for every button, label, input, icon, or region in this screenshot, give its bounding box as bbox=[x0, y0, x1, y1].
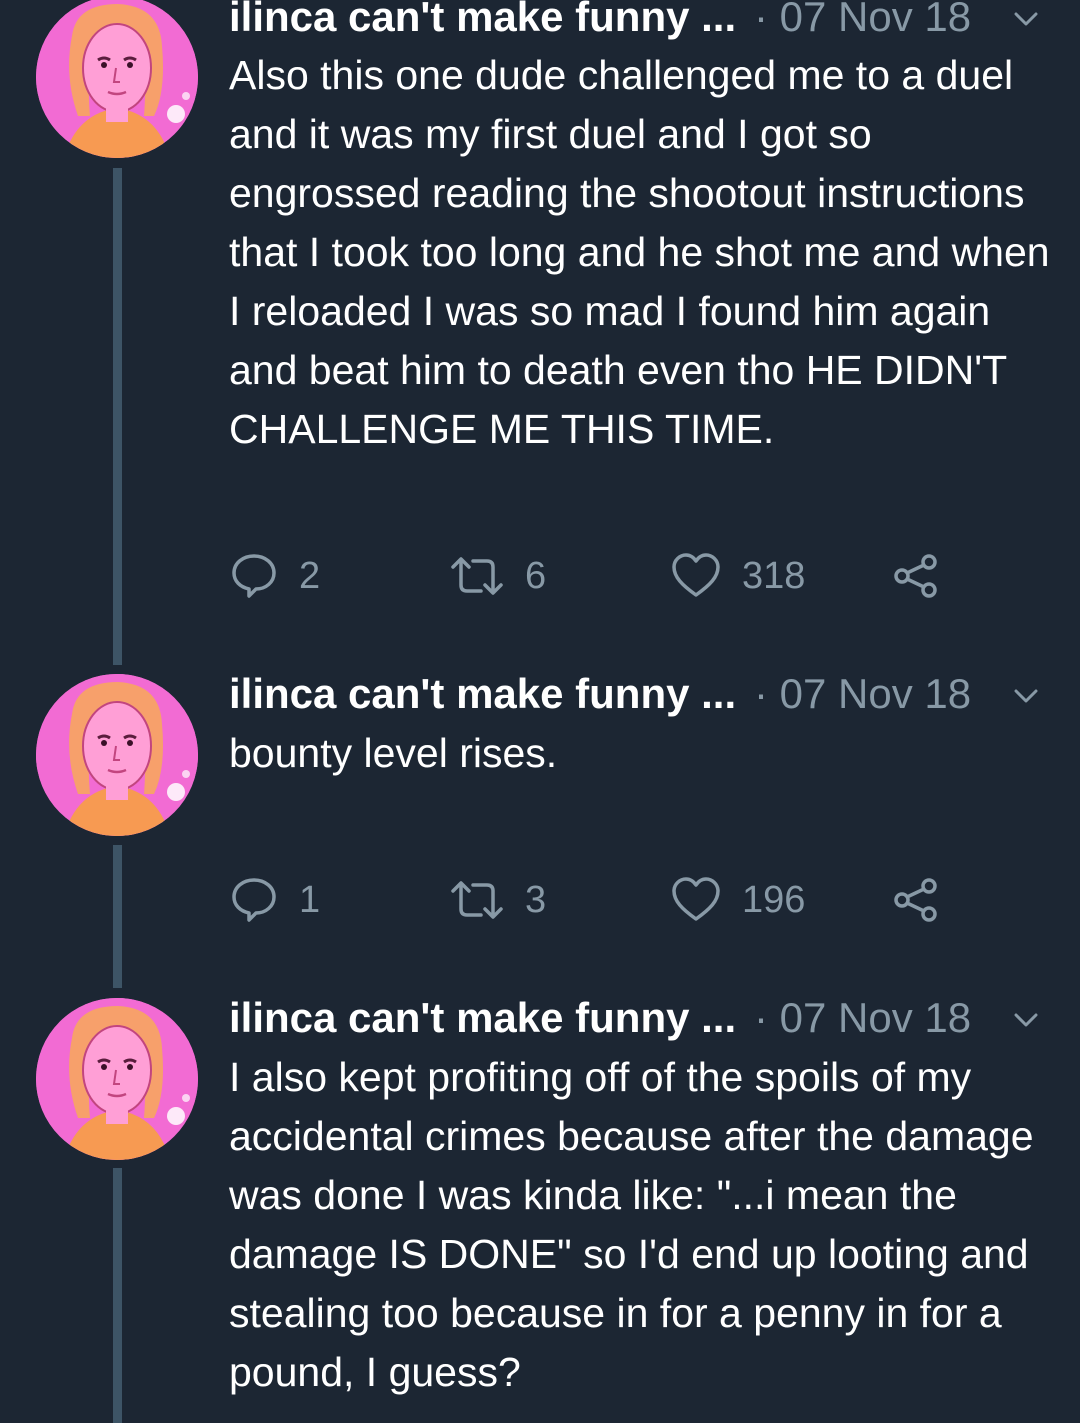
avatar[interactable] bbox=[36, 0, 198, 158]
tweet-date[interactable]: · 07 Nov 18 bbox=[754, 0, 971, 42]
share-icon bbox=[894, 878, 937, 922]
tweet-date[interactable]: · 07 Nov 18 bbox=[754, 993, 971, 1043]
author-name[interactable]: ilinca can't make funny ... bbox=[229, 669, 736, 719]
like-count: 318 bbox=[742, 554, 806, 597]
tweet[interactable]: ilinca can't make funny ... · 07 Nov 18 … bbox=[0, 990, 1080, 1423]
tweet-actions: 2 6 318 bbox=[229, 551, 1080, 601]
reply-icon bbox=[232, 554, 276, 598]
reply-button[interactable]: 1 bbox=[229, 875, 320, 925]
like-count: 196 bbox=[742, 878, 806, 921]
reply-button[interactable]: 2 bbox=[229, 551, 320, 601]
tweet-actions: 1 3 196 bbox=[229, 875, 1080, 925]
author-name[interactable]: ilinca can't make funny ... bbox=[229, 0, 736, 42]
chevron-down-icon[interactable] bbox=[1009, 679, 1043, 713]
heart-icon bbox=[672, 553, 720, 597]
tweet[interactable]: ilinca can't make funny ... · 07 Nov 18 … bbox=[0, 0, 1080, 660]
reply-icon bbox=[232, 878, 276, 922]
like-button[interactable]: 318 bbox=[670, 551, 805, 601]
share-icon bbox=[894, 554, 937, 598]
like-button[interactable]: 196 bbox=[670, 875, 805, 925]
retweet-icon bbox=[451, 881, 503, 919]
retweet-icon bbox=[451, 557, 503, 595]
heart-icon bbox=[672, 877, 720, 921]
retweet-count: 6 bbox=[525, 554, 547, 597]
tweet-text: I also kept profiting off of the spoils … bbox=[229, 1054, 1034, 1395]
retweet-count: 3 bbox=[525, 878, 547, 921]
tweet-text: bounty level rises. bbox=[229, 730, 558, 776]
avatar[interactable] bbox=[36, 998, 198, 1160]
reply-count: 2 bbox=[299, 554, 321, 597]
author-name[interactable]: ilinca can't make funny ... bbox=[229, 993, 736, 1043]
chevron-down-icon[interactable] bbox=[1009, 2, 1043, 36]
retweet-button[interactable]: 6 bbox=[449, 551, 546, 601]
chevron-down-icon[interactable] bbox=[1009, 1003, 1043, 1037]
tweet-date[interactable]: · 07 Nov 18 bbox=[754, 669, 971, 719]
reply-count: 1 bbox=[299, 878, 321, 921]
avatar[interactable] bbox=[36, 674, 198, 836]
share-button[interactable] bbox=[890, 551, 940, 601]
tweet-text: Also this one dude challenged me to a du… bbox=[229, 52, 1050, 452]
tweet[interactable]: ilinca can't make funny ... · 07 Nov 18 … bbox=[0, 665, 1080, 985]
retweet-button[interactable]: 3 bbox=[449, 875, 546, 925]
share-button[interactable] bbox=[890, 875, 940, 925]
